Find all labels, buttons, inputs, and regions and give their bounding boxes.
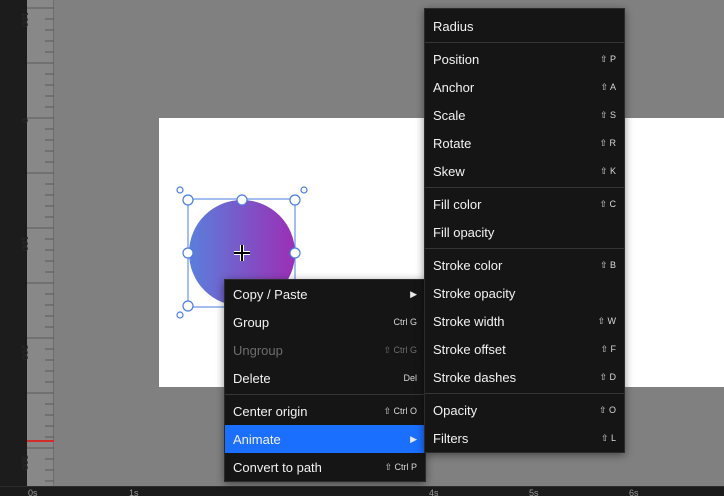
- menu-item-label: Stroke offset: [433, 341, 506, 357]
- menu-item-shortcut: ⇧ S: [599, 109, 616, 120]
- menu-item-shortcut: ⇧ L: [600, 432, 616, 443]
- menu-separator: [425, 248, 624, 249]
- submenu-item-position[interactable]: Position ⇧ P: [425, 45, 624, 73]
- menu-item-label: Fill opacity: [433, 224, 495, 240]
- menu-item-label: Delete: [233, 370, 271, 386]
- menu-item-label: Group: [233, 314, 270, 330]
- menu-item-label: Position: [433, 51, 480, 67]
- menu-item-label: Stroke opacity: [433, 285, 516, 301]
- menu-separator: [425, 42, 624, 43]
- menu-item-copy-paste[interactable]: Copy / Paste ▶: [225, 280, 425, 308]
- submenu-item-stroke-color[interactable]: Stroke color ⇧ B: [425, 251, 624, 279]
- menu-item-label: Copy / Paste: [233, 286, 308, 302]
- submenu-item-rotate[interactable]: Rotate ⇧ R: [425, 129, 624, 157]
- menu-item-label: Center origin: [233, 403, 308, 419]
- menu-item-center-origin[interactable]: Center origin ⇧ Ctrl O: [225, 397, 425, 425]
- menu-item-label: Convert to path: [233, 459, 322, 475]
- menu-item-shortcut: ⇧ R: [599, 137, 616, 148]
- resize-handle[interactable]: [182, 247, 194, 259]
- resize-handle[interactable]: [182, 194, 194, 206]
- menu-item-animate[interactable]: Animate ▶: [225, 425, 425, 453]
- timeline-label: 0s: [28, 488, 38, 496]
- timeline-label: 5s: [529, 488, 539, 496]
- resize-handle[interactable]: [236, 194, 248, 206]
- menu-item-shortcut: ⇧ A: [600, 81, 616, 92]
- menu-item-label: Stroke color: [433, 257, 503, 273]
- submenu-item-opacity[interactable]: Opacity ⇧ O: [425, 396, 624, 424]
- context-menu: Copy / Paste ▶ Group Ctrl G Ungroup ⇧ Ct…: [224, 279, 426, 482]
- resize-handle[interactable]: [289, 247, 301, 259]
- menu-item-shortcut: ⇧ P: [599, 53, 616, 64]
- submenu-item-stroke-offset[interactable]: Stroke offset ⇧ F: [425, 335, 624, 363]
- submenu-arrow-icon: ▶: [410, 433, 417, 444]
- submenu-item-skew[interactable]: Skew ⇧ K: [425, 157, 624, 185]
- menu-item-shortcut: ⇧ D: [599, 371, 616, 382]
- menu-item-shortcut: ⇧ B: [599, 259, 616, 270]
- menu-item-label: Skew: [433, 163, 465, 179]
- menu-item-label: Animate: [233, 431, 281, 447]
- menu-item-shortcut: Del: [403, 373, 417, 383]
- rotate-handle[interactable]: [300, 186, 308, 194]
- submenu-item-stroke-dashes[interactable]: Stroke dashes ⇧ D: [425, 363, 624, 391]
- menu-item-label: Fill color: [433, 196, 482, 212]
- menu-item-convert-to-path[interactable]: Convert to path ⇧ Ctrl P: [225, 453, 425, 481]
- menu-item-label: Scale: [433, 107, 466, 123]
- menu-item-label: Stroke width: [433, 313, 505, 329]
- menu-item-label: Rotate: [433, 135, 472, 151]
- submenu-item-fill-opacity[interactable]: Fill opacity: [425, 218, 624, 246]
- menu-item-ungroup[interactable]: Ungroup ⇧ Ctrl G: [225, 336, 425, 364]
- resize-handle[interactable]: [182, 300, 194, 312]
- menu-item-label: Radius: [433, 18, 474, 34]
- timeline-label: 1s: [129, 488, 139, 496]
- menu-item-label: Filters: [433, 430, 469, 446]
- submenu-item-scale[interactable]: Scale ⇧ S: [425, 101, 624, 129]
- timeline-label: 6s: [629, 488, 639, 496]
- menu-item-shortcut: ⇧ O: [598, 404, 616, 415]
- timeline-label: 4s: [429, 488, 439, 496]
- submenu-item-stroke-opacity[interactable]: Stroke opacity: [425, 279, 624, 307]
- menu-separator: [425, 393, 624, 394]
- menu-item-shortcut: ⇧ W: [597, 315, 616, 326]
- menu-item-label: Stroke dashes: [433, 369, 517, 385]
- menu-item-label: Opacity: [433, 402, 478, 418]
- menu-item-shortcut: ⇧ K: [599, 165, 616, 176]
- resize-handle[interactable]: [289, 194, 301, 206]
- rotate-handle[interactable]: [176, 311, 184, 319]
- submenu-item-anchor[interactable]: Anchor ⇧ A: [425, 73, 624, 101]
- submenu-item-fill-color[interactable]: Fill color ⇧ C: [425, 190, 624, 218]
- animate-submenu: Radius Position ⇧ P Anchor ⇧ A Scale ⇧ S…: [424, 8, 625, 453]
- submenu-item-radius[interactable]: Radius: [425, 12, 624, 40]
- menu-item-shortcut: Ctrl G: [393, 317, 418, 327]
- menu-item-delete[interactable]: Delete Del: [225, 364, 425, 392]
- menu-item-group[interactable]: Group Ctrl G: [225, 308, 425, 336]
- submenu-item-filters[interactable]: Filters ⇧ L: [425, 424, 624, 452]
- menu-item-shortcut: ⇧ Ctrl O: [383, 405, 417, 416]
- timeline-bar[interactable]: 0s 1s 4s 5s 6s: [0, 486, 724, 496]
- menu-separator: [425, 187, 624, 188]
- menu-item-shortcut: ⇧ Ctrl G: [383, 344, 417, 355]
- menu-item-label: Anchor: [433, 79, 475, 95]
- menu-item-shortcut: ⇧ C: [599, 198, 616, 209]
- submenu-item-stroke-width[interactable]: Stroke width ⇧ W: [425, 307, 624, 335]
- rotate-handle[interactable]: [176, 186, 184, 194]
- menu-separator: [225, 394, 425, 395]
- menu-item-shortcut: ⇧ Ctrl P: [384, 461, 417, 472]
- menu-item-label: Ungroup: [233, 342, 283, 358]
- menu-item-shortcut: ⇧ F: [600, 343, 616, 354]
- submenu-arrow-icon: ▶: [410, 288, 417, 299]
